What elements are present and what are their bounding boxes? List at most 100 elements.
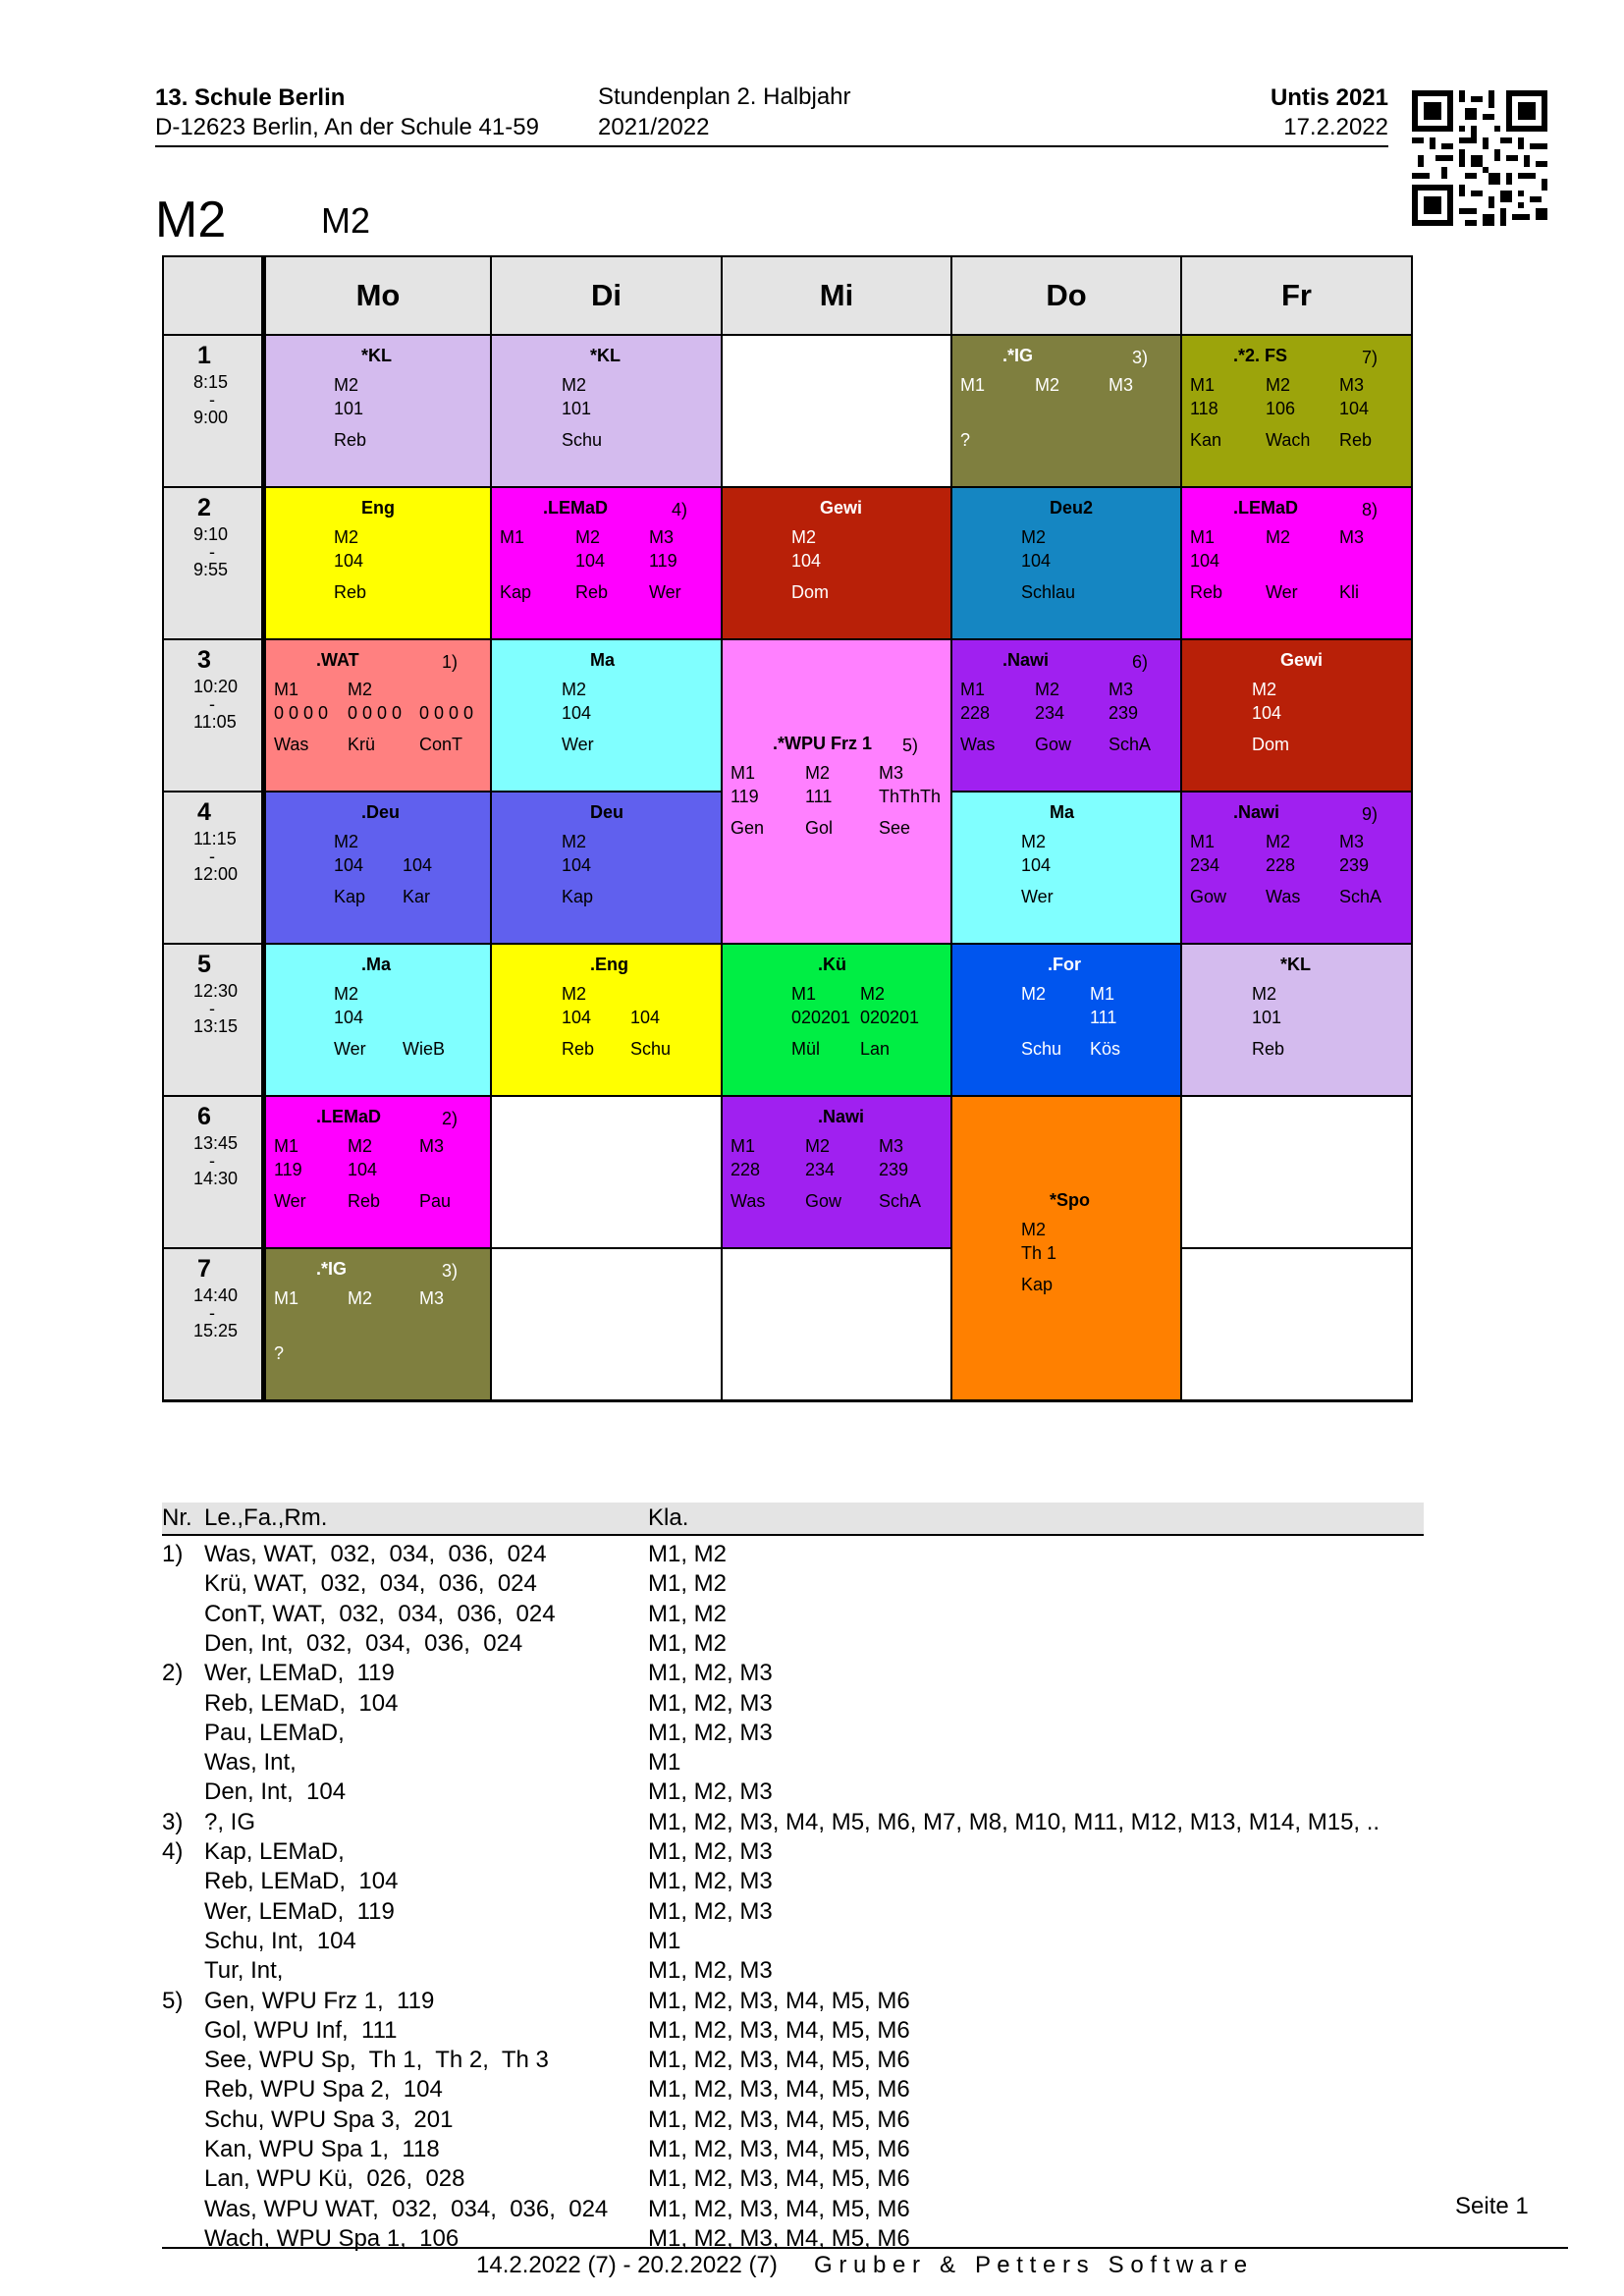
period-start: 11:15 xyxy=(193,829,237,848)
legend-classes: M1, M2, M3 xyxy=(648,1689,773,1717)
period-number: 4 xyxy=(197,798,211,826)
legend-teacher-subject-room: Lan, WPU Kü, 026, 028 xyxy=(204,2165,465,2193)
lesson-room: Th 1 xyxy=(1021,1243,1057,1263)
lesson-teacher: Was xyxy=(274,735,309,754)
lesson-room: 104 xyxy=(562,1008,592,1027)
lesson-room: 234 xyxy=(805,1160,836,1179)
lesson-cell-di2[interactable]: .LEMaD 4) M1 M2 M3 104 119 Kap Reb Wer xyxy=(492,488,723,640)
lesson-teacher: Reb xyxy=(334,430,367,450)
lesson-title: Ma xyxy=(590,650,616,670)
lesson-teacher: Kap xyxy=(1021,1275,1054,1294)
lesson-cell-do5[interactable]: .For M2 M1 111 Schu Kös xyxy=(952,945,1182,1097)
lesson-cell-fr4[interactable]: .Nawi 9) M1 M2 M3 234 228 239 Gow Was SchA xyxy=(1182,793,1413,945)
legend-classes: M1, M2, M3 xyxy=(648,1778,773,1806)
legend-classes: M1, M2, M3, M4, M5, M6 xyxy=(648,2136,910,2162)
lesson-teacher: Kar xyxy=(403,887,431,906)
lesson-cell-mi5[interactable]: .Kü M1 M2 020201 020201 Mül Lan xyxy=(723,945,952,1097)
lesson-cell-di3[interactable]: Ma M2 104 Wer xyxy=(492,640,723,793)
legend-teacher-subject-room: ConT, WAT, 032, 034, 036, 024 xyxy=(204,1600,556,1627)
period-4: 4 11:15-12:00 xyxy=(164,793,266,945)
lesson-class: M2 xyxy=(1021,984,1047,1004)
lesson-cell-mi3[interactable]: .*WPU Frz 1 5) M1 M2 M3 119 111 ThThTh Gen Gol See xyxy=(723,640,952,945)
lesson-class: M1 xyxy=(731,763,756,783)
lesson-class: M1 xyxy=(960,375,986,395)
lesson-cell-do1[interactable]: .*IG 3) M1 M2 M3? xyxy=(952,336,1182,488)
lesson-room: 119 xyxy=(274,1160,302,1179)
lesson-cell-mo6[interactable]: .LEMaD 2) M1 M2 M3 119 104 Wer Reb Pau xyxy=(266,1097,492,1249)
print-date: 17.2.2022 xyxy=(1283,114,1388,140)
empty-slot xyxy=(492,1097,723,1249)
lesson-cell-mo3[interactable]: .WAT 1) M1 M2 0 0 0 0 0 0 0 0 0 0 0 0 Was Krü Con… xyxy=(266,640,492,793)
legend-nr: 2) xyxy=(162,1660,184,1687)
period-dash: - xyxy=(209,390,215,410)
lesson-class: M1 xyxy=(1190,527,1216,547)
legend-teacher-subject-room: Wach, WPU Spa 1, 106 xyxy=(204,2224,460,2252)
period-start: 12:30 xyxy=(193,981,239,1001)
period-dash: - xyxy=(209,1151,215,1171)
lesson-cell-di5[interactable]: .Eng M2 104 104 Reb Schu xyxy=(492,945,723,1097)
lesson-teacher: SchA xyxy=(1339,887,1382,906)
lesson-cell-mo5[interactable]: .Ma M2 104 Wer WieB xyxy=(266,945,492,1097)
lesson-room: 101 xyxy=(334,399,364,418)
lesson-title: Gewi xyxy=(820,498,863,518)
period-number: 7 xyxy=(197,1255,211,1283)
legend-nr: 3) xyxy=(162,1808,184,1835)
lesson-cell-mo7[interactable]: .*IG 3) M1 M2 M3? xyxy=(266,1249,492,1401)
legend-classes: M1, M2, M3 xyxy=(648,1660,773,1687)
lesson-title: .Nawi xyxy=(1233,802,1280,822)
legend-teacher-subject-room: Gen, WPU Frz 1, 119 xyxy=(204,1987,435,2014)
lesson-cell-di1[interactable]: *KL M2 101 Schu xyxy=(492,336,723,488)
lesson-title: .Deu xyxy=(361,802,401,822)
lesson-title: .*WPU Frz 1 xyxy=(773,734,873,753)
lesson-title: .Nawi xyxy=(1002,650,1050,670)
lesson-class: M2 xyxy=(791,527,817,547)
lesson-class: M1 xyxy=(274,1136,299,1156)
lesson-cell-di4[interactable]: Deu M2 104 Kap xyxy=(492,793,723,945)
period-end: 15:25 xyxy=(193,1321,239,1340)
grid-corner xyxy=(164,257,266,336)
lesson-class: M1 xyxy=(1190,375,1216,395)
lesson-cell-do2[interactable]: Deu2 M2 104 Schlau xyxy=(952,488,1182,640)
lesson-cell-fr3[interactable]: Gewi M2 104 Dom xyxy=(1182,640,1413,793)
legend-teacher-subject-room: Kan, WPU Spa 1, 118 xyxy=(204,2136,440,2162)
lesson-cell-mo1[interactable]: *KL M2 101 Reb xyxy=(266,336,492,488)
period-dash: - xyxy=(209,847,215,866)
day-header-mo: Mo xyxy=(266,257,492,336)
lesson-cell-do4[interactable]: Ma M2 104 Wer xyxy=(952,793,1182,945)
lesson-teacher: WieB xyxy=(403,1039,446,1059)
lesson-cell-fr5[interactable]: *KL M2 101 Reb xyxy=(1182,945,1413,1097)
lesson-cell-mo4[interactable]: .Deu M2 104 104 Kap Kar xyxy=(266,793,492,945)
timetable-grid: Mo Di Mi Do Fr 1 8:15-9:00 2 9:10-9:55 3 10:20-11:… xyxy=(162,255,1413,1402)
lesson-cell-fr1[interactable]: .*2. FS 7) M1 M2 M3 118 106 104 Kan Wach Reb xyxy=(1182,336,1413,488)
lesson-title: .Eng xyxy=(590,955,628,974)
lesson-title: .Nawi xyxy=(818,1107,865,1126)
lesson-cell-do6[interactable]: *Spo M2 Th 1 Kap xyxy=(952,1097,1182,1401)
legend-teacher-subject-room: Pau, LEMaD, xyxy=(204,1719,345,1746)
school-address: D-12623 Berlin, An der Schule 41-59 xyxy=(155,114,539,140)
lesson-room: 104 xyxy=(1021,855,1052,875)
lesson-cell-mi6[interactable]: .Nawi M1 M2 M3 228 234 239 Was Gow SchA xyxy=(723,1097,952,1249)
lesson-cell-mi2[interactable]: Gewi M2 104 Dom xyxy=(723,488,952,640)
lesson-title: .For xyxy=(1048,955,1081,974)
lesson-class: M2 xyxy=(562,984,587,1004)
lesson-cell-fr2[interactable]: .LEMaD 8) M1 M2 M3 104 Reb Wer Kli xyxy=(1182,488,1413,640)
header-rule xyxy=(155,145,1388,147)
lesson-room: 228 xyxy=(731,1160,761,1179)
legend-teacher-subject-room: Was, Int, xyxy=(204,1749,297,1777)
lesson-room: 228 xyxy=(1266,855,1296,875)
lesson-class: M3 xyxy=(879,763,904,783)
lesson-cell-mo2[interactable]: Eng M2 104 Reb xyxy=(266,488,492,640)
footnote-ref: 9) xyxy=(1362,804,1379,824)
legend-classes: M1, M2, M3, M4, M5, M6, M7, M8, M10, M11… xyxy=(648,1808,1380,1835)
lesson-teacher: Reb xyxy=(1339,430,1373,450)
lesson-teacher: ConT xyxy=(419,735,463,754)
school-name: 13. Schule Berlin xyxy=(155,84,346,111)
legend-teacher-subject-room: Gol, WPU Inf, 111 xyxy=(204,2016,398,2044)
lesson-room: 104 xyxy=(791,551,822,571)
lesson-teacher: Kös xyxy=(1090,1039,1121,1059)
legend-classes: M1, M2, M3, M4, M5, M6 xyxy=(648,1987,910,2014)
lesson-cell-do3[interactable]: .Nawi 6) M1 M2 M3 228 234 239 Was Gow SchA xyxy=(952,640,1182,793)
lesson-teacher: Was xyxy=(731,1191,766,1211)
lesson-teacher: Wach xyxy=(1266,430,1311,450)
period-dash: - xyxy=(209,1303,215,1323)
